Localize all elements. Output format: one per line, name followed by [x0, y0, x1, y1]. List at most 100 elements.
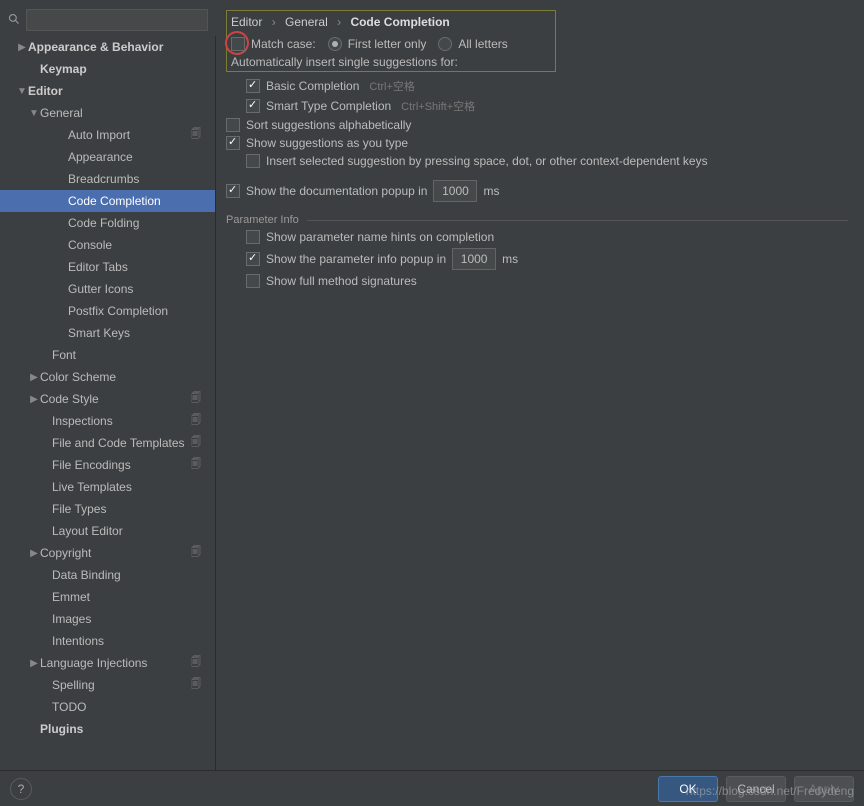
doc-popup-checkbox[interactable]: [226, 184, 240, 198]
radio-all-letters[interactable]: [438, 37, 452, 51]
doc-popup-input[interactable]: [433, 180, 477, 202]
doc-popup-label: Show the documentation popup in: [246, 184, 427, 198]
project-scope-icon: 🗐: [191, 545, 205, 562]
radio-first-letter[interactable]: [328, 37, 342, 51]
tree-item-label: Console: [68, 238, 191, 252]
project-scope-icon: 🗐: [191, 677, 205, 694]
tree-item-appearance-behavior[interactable]: ▶Appearance & Behavior: [0, 36, 215, 58]
tree-item-todo[interactable]: TODO: [0, 696, 215, 718]
tree-item-color-scheme[interactable]: ▶Color Scheme: [0, 366, 215, 388]
tree-item-label: Plugins: [40, 722, 191, 736]
tree-item-label: File Encodings: [52, 458, 191, 472]
tree-item-plugins[interactable]: Plugins: [0, 718, 215, 740]
tree-item-label: Auto Import: [68, 128, 191, 142]
expand-arrow-icon: ▶: [28, 548, 40, 559]
tree-item-label: Editor Tabs: [68, 260, 191, 274]
tree-item-general[interactable]: ▼General: [0, 102, 215, 124]
tree-item-layout-editor[interactable]: Layout Editor: [0, 520, 215, 542]
sort-alpha-checkbox[interactable]: [226, 118, 240, 132]
settings-tree[interactable]: ▶Appearance & BehaviorKeymap▼Editor▼Gene…: [0, 36, 216, 770]
tree-item-file-encodings[interactable]: File Encodings🗐: [0, 454, 215, 476]
tree-item-label: File and Code Templates: [52, 436, 191, 450]
tree-item-inspections[interactable]: Inspections🗐: [0, 410, 215, 432]
tree-item-postfix-completion[interactable]: Postfix Completion: [0, 300, 215, 322]
param-popup-unit: ms: [502, 252, 518, 266]
tree-item-file-and-code-templates[interactable]: File and Code Templates🗐: [0, 432, 215, 454]
chevron-right-icon: ›: [337, 15, 341, 29]
apply-button[interactable]: Apply: [794, 776, 854, 802]
expand-arrow-icon: ▼: [28, 108, 40, 119]
tree-item-label: Live Templates: [52, 480, 191, 494]
param-hints-checkbox[interactable]: [246, 230, 260, 244]
tree-item-copyright[interactable]: ▶Copyright🗐: [0, 542, 215, 564]
ok-button[interactable]: OK: [658, 776, 718, 802]
tree-item-editor[interactable]: ▼Editor: [0, 80, 215, 102]
tree-item-live-templates[interactable]: Live Templates: [0, 476, 215, 498]
tree-item-data-binding[interactable]: Data Binding: [0, 564, 215, 586]
tree-item-language-injections[interactable]: ▶Language Injections🗐: [0, 652, 215, 674]
tree-item-editor-tabs[interactable]: Editor Tabs: [0, 256, 215, 278]
tree-item-label: Inspections: [52, 414, 191, 428]
tree-item-label: Color Scheme: [40, 370, 191, 384]
chevron-right-icon: ›: [272, 15, 276, 29]
crumb-editor[interactable]: Editor: [231, 15, 262, 29]
search-icon: [8, 13, 20, 28]
param-popup-checkbox[interactable]: [246, 252, 260, 266]
tree-item-images[interactable]: Images: [0, 608, 215, 630]
smart-completion-checkbox[interactable]: [246, 99, 260, 113]
tree-item-label: Gutter Icons: [68, 282, 191, 296]
divider: [307, 220, 848, 221]
tree-item-label: General: [40, 106, 191, 120]
parameter-info-title: Parameter Info: [226, 214, 299, 226]
auto-insert-header: Automatically insert single suggestions …: [231, 55, 549, 69]
smart-completion-shortcut: Ctrl+Shift+空格: [401, 98, 475, 114]
tree-item-code-completion[interactable]: Code Completion: [0, 190, 215, 212]
highlight-box: Editor › General › Code Completion Match…: [226, 10, 556, 72]
tree-item-emmet[interactable]: Emmet: [0, 586, 215, 608]
project-scope-icon: 🗐: [191, 435, 205, 452]
basic-completion-checkbox[interactable]: [246, 79, 260, 93]
param-hints-label: Show parameter name hints on completion: [266, 230, 494, 244]
tree-item-spelling[interactable]: Spelling🗐: [0, 674, 215, 696]
tree-item-label: TODO: [52, 700, 191, 714]
tree-item-label: Appearance & Behavior: [28, 40, 191, 54]
project-scope-icon: 🗐: [191, 413, 205, 430]
insert-on-key-checkbox[interactable]: [246, 154, 260, 168]
tree-item-label: Breadcrumbs: [68, 172, 191, 186]
tree-item-smart-keys[interactable]: Smart Keys: [0, 322, 215, 344]
expand-arrow-icon: ▶: [28, 658, 40, 669]
tree-item-intentions[interactable]: Intentions: [0, 630, 215, 652]
cancel-button[interactable]: Cancel: [726, 776, 786, 802]
tree-item-gutter-icons[interactable]: Gutter Icons: [0, 278, 215, 300]
tree-item-label: Data Binding: [52, 568, 191, 582]
show-as-type-checkbox[interactable]: [226, 136, 240, 150]
tree-item-code-folding[interactable]: Code Folding: [0, 212, 215, 234]
tree-item-label: Code Completion: [68, 194, 191, 208]
radio-first-letter-label: First letter only: [348, 37, 427, 51]
tree-item-label: Font: [52, 348, 191, 362]
tree-item-font[interactable]: Font: [0, 344, 215, 366]
crumb-general[interactable]: General: [285, 15, 328, 29]
sort-alpha-label: Sort suggestions alphabetically: [246, 118, 411, 132]
project-scope-icon: 🗐: [191, 655, 205, 672]
basic-completion-shortcut: Ctrl+空格: [369, 78, 415, 94]
tree-item-code-style[interactable]: ▶Code Style🗐: [0, 388, 215, 410]
smart-completion-label: Smart Type Completion: [266, 99, 391, 113]
search-input[interactable]: [26, 9, 208, 31]
help-button[interactable]: ?: [10, 778, 32, 800]
full-sig-checkbox[interactable]: [246, 274, 260, 288]
tree-item-appearance[interactable]: Appearance: [0, 146, 215, 168]
tree-item-label: Appearance: [68, 150, 191, 164]
tree-item-label: Intentions: [52, 634, 191, 648]
tree-item-file-types[interactable]: File Types: [0, 498, 215, 520]
expand-arrow-icon: ▶: [28, 394, 40, 405]
basic-completion-label: Basic Completion: [266, 79, 359, 93]
match-case-checkbox[interactable]: [231, 37, 245, 51]
param-popup-input[interactable]: [452, 248, 496, 270]
tree-item-label: Images: [52, 612, 191, 626]
tree-item-console[interactable]: Console: [0, 234, 215, 256]
tree-item-breadcrumbs[interactable]: Breadcrumbs: [0, 168, 215, 190]
tree-item-keymap[interactable]: Keymap: [0, 58, 215, 80]
tree-item-auto-import[interactable]: Auto Import🗐: [0, 124, 215, 146]
expand-arrow-icon: ▼: [16, 86, 28, 97]
